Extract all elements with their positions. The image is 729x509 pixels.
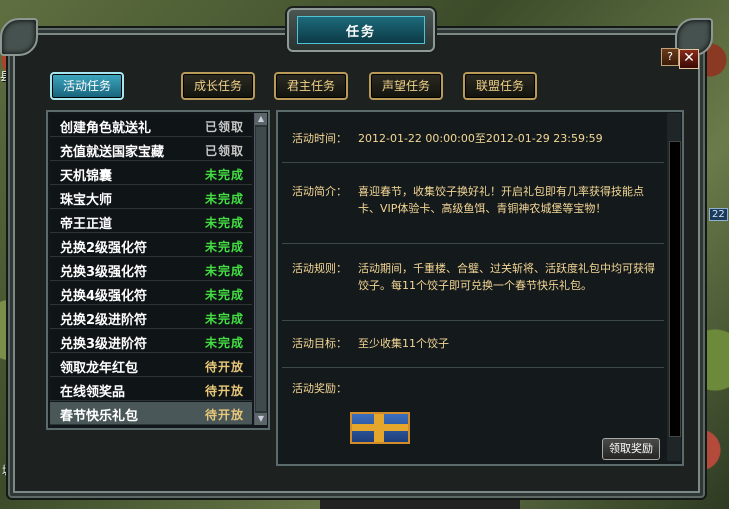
activity-status: 已领取 [204,144,244,158]
list-scrollbar[interactable]: ▲ ▼ [254,113,267,425]
scroll-thumb[interactable] [256,127,266,411]
detail-rules: 活动规则： 活动期间，千重楼、合璧、过关斩将、活跃度礼包中均可获得饺子。每11个… [282,244,664,321]
activity-detail: 活动时间： 2012-01-22 00:00:00至2012-01-29 23:… [276,110,684,466]
activity-status: 已领取 [204,120,244,134]
scroll-down-icon[interactable]: ▼ [255,413,267,425]
reward-label: 活动奖励： [292,382,347,395]
rules-value: 活动期间，千重楼、合璧、过关斩将、活跃度礼包中均可获得饺子。每11个饺子即可兑换… [358,262,655,292]
gift-box-icon[interactable] [350,412,410,444]
help-button[interactable]: ? [661,48,679,66]
activity-status: 未完成 [204,288,244,302]
activity-name: 兑换2级进阶符 [60,313,148,328]
goal-label: 活动目标： [292,337,347,350]
list-item[interactable]: 在线领奖品 待开放 [50,378,252,401]
tab-alliance[interactable]: 联盟任务 [463,72,537,100]
activity-status: 未完成 [204,216,244,230]
activity-status: 未完成 [204,168,244,182]
rules-label: 活动规则： [292,262,347,275]
close-icon: ✕ [683,50,695,66]
activity-name: 兑换3级进阶符 [60,337,148,352]
activity-status: 未完成 [204,336,244,350]
detail-scroll-thumb[interactable] [669,141,681,437]
list-item[interactable]: 充值就送国家宝藏 已领取 [50,138,252,161]
activity-name: 兑换3级强化符 [60,265,148,280]
activity-status: 待开放 [204,360,244,374]
gift-ribbon [352,424,408,431]
time-value: 2012-01-22 00:00:00至2012-01-29 23:59:59 [358,132,603,145]
list-item[interactable]: 春节快乐礼包 待开放 [50,402,252,425]
activity-name: 充值就送国家宝藏 [60,145,165,160]
activity-name: 在线领奖品 [60,385,126,400]
list-item[interactable]: 兑换2级强化符 未完成 [50,234,252,257]
activity-status: 未完成 [204,192,244,206]
tab-lord[interactable]: 君主任务 [274,72,348,100]
intro-label: 活动简介： [292,185,347,198]
activity-status: 待开放 [204,408,244,422]
activity-name: 兑换4级强化符 [60,289,148,304]
list-item[interactable]: 兑换4级强化符 未完成 [50,282,252,305]
tab-prestige[interactable]: 声望任务 [369,72,443,100]
activity-status: 未完成 [204,240,244,254]
window-title: 任务 [297,16,425,44]
activity-name: 珠宝大师 [60,193,113,208]
activity-status: 待开放 [204,384,244,398]
detail-intro: 活动简介： 喜迎春节，收集饺子换好礼！开启礼包即有几率获得技能点卡、VIP体验卡… [282,163,664,244]
activity-name: 兑换2级强化符 [60,241,148,256]
goal-value: 至少收集11个饺子 [358,337,449,350]
list-item[interactable]: 兑换2级进阶符 未完成 [50,306,252,329]
list-item[interactable]: 帝王正道 未完成 [50,210,252,233]
list-item[interactable]: 兑换3级强化符 未完成 [50,258,252,281]
tab-growth[interactable]: 成长任务 [181,72,255,100]
activity-name: 领取龙年红包 [60,361,139,376]
activity-name: 天机锦囊 [60,169,113,184]
list-item[interactable]: 天机锦囊 未完成 [50,162,252,185]
activity-list: 创建角色就送礼 已领取 充值就送国家宝藏 已领取 天机锦囊 未完成 珠宝大师 未完成 帝王正道未… [46,110,270,430]
activity-name: 春节快乐礼包 [60,409,139,424]
detail-time: 活动时间： 2012-01-22 00:00:00至2012-01-29 23:… [282,112,664,163]
claim-reward-button[interactable]: 领取奖励 [602,438,660,460]
tab-activity[interactable]: 活动任务 [50,72,124,100]
activity-name: 帝王正道 [60,217,113,232]
title-plate: 任务 [287,8,435,52]
activity-name: 创建角色就送礼 [60,121,152,136]
scroll-up-icon[interactable]: ▲ [255,113,267,125]
list-item[interactable]: 创建角色就送礼 已领取 [50,114,252,137]
activity-status: 未完成 [204,264,244,278]
time-label: 活动时间： [292,132,347,145]
frame-ornament [0,18,38,56]
detail-scrollbar[interactable] [667,113,681,461]
player-level-badge: 22 [709,208,728,221]
list-item[interactable]: 兑换3级进阶符 未完成 [50,330,252,353]
detail-goal: 活动目标： 至少收集11个饺子 [282,321,664,368]
activity-status: 未完成 [204,312,244,326]
list-item[interactable]: 领取龙年红包 待开放 [50,354,252,377]
list-item[interactable]: 珠宝大师 未完成 [50,186,252,209]
intro-value: 喜迎春节，收集饺子换好礼！开启礼包即有几率获得技能点卡、VIP体验卡、高级鱼饵、… [358,185,644,215]
close-button[interactable]: ✕ [679,49,699,69]
